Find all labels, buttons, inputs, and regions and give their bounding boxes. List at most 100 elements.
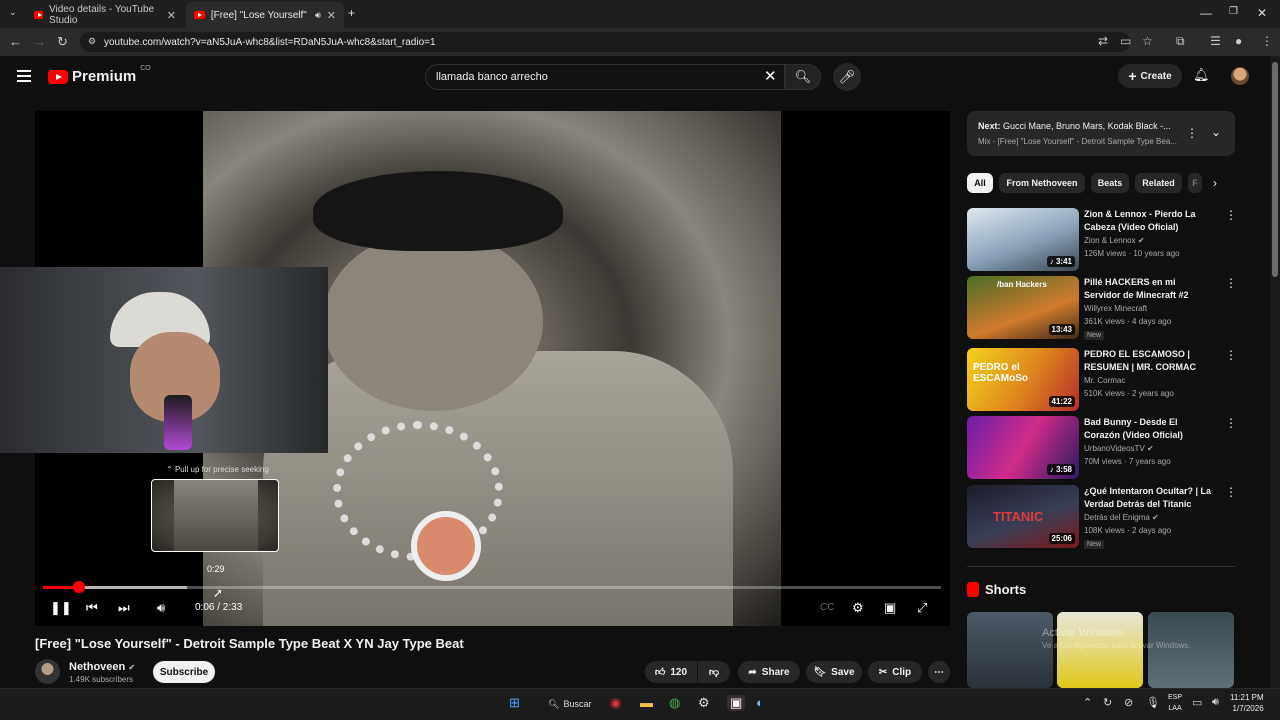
save-button[interactable]: 🔖︎ Save bbox=[806, 661, 862, 683]
clip-button[interactable]: ✂ Clip bbox=[868, 661, 922, 683]
obs-recording-icon[interactable]: ▣ bbox=[727, 695, 746, 711]
reload-icon[interactable]: ↻ bbox=[57, 34, 68, 50]
create-button[interactable]: + Create bbox=[1118, 64, 1182, 88]
tray-overflow-icon[interactable]: ⌃ bbox=[1083, 696, 1092, 709]
dislike-button[interactable]: 👎︎ bbox=[698, 661, 730, 683]
more-actions-button[interactable]: ⋯ bbox=[928, 661, 950, 683]
search-input[interactable]: llamada banco arrecho bbox=[425, 64, 785, 90]
short-thumbnail[interactable] bbox=[1057, 612, 1143, 688]
windows-start-icon[interactable]: ⊞ bbox=[509, 695, 520, 711]
like-button[interactable]: 👍︎ 120 bbox=[645, 661, 697, 683]
input-language[interactable]: ESP LAA bbox=[1168, 692, 1182, 714]
progress-bar[interactable] bbox=[43, 581, 941, 593]
chevron-down-icon[interactable]: ⌄ bbox=[1211, 125, 1221, 139]
taskbar-clock[interactable]: 11:21 PM 1/7/2026 bbox=[1230, 692, 1264, 714]
reading-list-icon[interactable]: ☰ bbox=[1210, 34, 1221, 48]
steam-icon[interactable]: ◐ bbox=[756, 695, 764, 710]
fullscreen-icon: ⤢ bbox=[917, 600, 928, 615]
chip-partial[interactable]: F bbox=[1188, 173, 1202, 193]
volume-icon: 🔊︎ bbox=[157, 600, 166, 615]
pause-button[interactable]: ❚❚ bbox=[50, 600, 72, 616]
recommendation-item[interactable]: TITANIC 25:06 ¿Qué Intentaron Ocultar? | … bbox=[967, 485, 1237, 549]
close-tab-icon[interactable]: ✕ bbox=[327, 9, 336, 22]
miniplayer-button[interactable]: ▣ bbox=[884, 600, 896, 616]
thumbs-down-icon: 👎︎ bbox=[708, 667, 720, 678]
tray-mic-icon[interactable]: 🎙︎ bbox=[1146, 696, 1160, 709]
close-window-icon[interactable]: ✕ bbox=[1257, 6, 1267, 20]
tab-search-icon[interactable]: ⌄ bbox=[9, 7, 17, 18]
chrome-icon[interactable]: ◍ bbox=[669, 695, 680, 711]
close-tab-icon[interactable]: ✕ bbox=[167, 9, 176, 22]
tab-youtube-studio[interactable]: Video details - YouTube Studio ✕ bbox=[26, 2, 184, 28]
voice-search-button[interactable]: 🎤︎ bbox=[833, 63, 861, 91]
minimize-icon[interactable]: — bbox=[1200, 6, 1212, 20]
fullscreen-button[interactable]: ⤢ bbox=[917, 600, 927, 616]
scissors-icon: ✂ bbox=[878, 666, 888, 678]
taskbar-search[interactable]: 🔍︎ Buscar bbox=[540, 694, 600, 714]
bookmark-star-icon[interactable]: ☆ bbox=[1142, 34, 1153, 48]
url-field[interactable]: ⚙︎ youtube.com/watch?v=aN5JuA-whc8&list=… bbox=[80, 32, 1130, 52]
speaker-icon[interactable]: 🔊︎ bbox=[315, 10, 321, 21]
up-next-panel[interactable]: Next: Gucci Mane, Bruno Mars, Kodak Blac… bbox=[967, 111, 1235, 156]
recommendation-menu-icon[interactable]: ⋮ bbox=[1225, 276, 1237, 290]
translate-icon[interactable]: ⇄ bbox=[1098, 34, 1108, 48]
cast-icon[interactable]: ▭ bbox=[1120, 34, 1131, 48]
tray-sync-icon[interactable]: ↻ bbox=[1103, 696, 1112, 709]
site-info-icon[interactable]: ⚙︎ bbox=[88, 36, 96, 47]
recommendation-item[interactable]: /ban Hackers 13:43 Pillé HACKERS en mi Se… bbox=[967, 276, 1237, 340]
share-button[interactable]: ➦ Share bbox=[738, 661, 800, 683]
channel-name[interactable]: Nethoveen ✔ bbox=[69, 661, 135, 673]
channel-avatar[interactable] bbox=[35, 659, 60, 684]
restore-icon[interactable]: ❐ bbox=[1229, 6, 1238, 17]
tray-volume-icon[interactable]: 🔊︎ bbox=[1212, 696, 1219, 709]
tab-lose-yourself[interactable]: [Free] "Lose Yourself" - Detr 🔊︎ ✕ bbox=[186, 2, 344, 28]
tray-network-icon[interactable]: ▭ bbox=[1192, 696, 1202, 709]
page-scrollbar[interactable] bbox=[1270, 56, 1280, 688]
verified-icon: ✔ bbox=[1152, 513, 1159, 522]
next-button[interactable]: ⏭︎ bbox=[118, 600, 130, 616]
notifications-bell-icon[interactable]: 🔔︎ bbox=[1193, 67, 1210, 83]
recommendation-menu-icon[interactable]: ⋮ bbox=[1225, 348, 1237, 362]
subscribe-button[interactable]: Subscribe bbox=[153, 661, 215, 683]
up-next-menu-icon[interactable]: ⋮ bbox=[1186, 126, 1198, 140]
recommendation-item[interactable]: PEDRO el ESCAMoSo 41:22 PEDRO EL ESCAMOSO… bbox=[967, 348, 1237, 412]
settings-button[interactable]: ⚙︎ bbox=[852, 600, 864, 616]
video-figure-pendant bbox=[411, 511, 481, 581]
browser-menu-icon[interactable]: ⋮ bbox=[1261, 34, 1273, 48]
chip-related[interactable]: Related bbox=[1135, 173, 1182, 193]
account-avatar[interactable] bbox=[1231, 67, 1249, 85]
opera-icon[interactable]: ◉ bbox=[610, 695, 621, 711]
youtube-premium-logo[interactable]: Premium CO bbox=[48, 65, 151, 85]
chip-all[interactable]: All bbox=[967, 173, 993, 193]
recommendation-channel: Willyrex Minecraft bbox=[1084, 304, 1148, 313]
forward-icon[interactable]: → bbox=[33, 34, 46, 49]
file-explorer-icon[interactable]: ▬ bbox=[640, 695, 653, 710]
chip-from-nethoveen[interactable]: From Nethoveen bbox=[999, 173, 1085, 193]
recommendation-menu-icon[interactable]: ⋮ bbox=[1225, 208, 1237, 222]
recommendation-item[interactable]: ♪ 3:58 Bad Bunny - Desde El Corazón (Vid… bbox=[967, 416, 1237, 480]
short-thumbnail[interactable] bbox=[967, 612, 1053, 688]
back-icon[interactable]: ← bbox=[9, 34, 22, 49]
volume-button[interactable]: 🔊︎ bbox=[157, 600, 165, 616]
guide-menu-icon[interactable] bbox=[17, 70, 31, 82]
recommendation-menu-icon[interactable]: ⋮ bbox=[1225, 485, 1237, 499]
tray-wifi-off-icon[interactable]: ⊘ bbox=[1124, 696, 1133, 709]
new-tab-button[interactable]: + bbox=[348, 6, 355, 20]
recommendation-menu-icon[interactable]: ⋮ bbox=[1225, 416, 1237, 430]
previous-button[interactable]: ⏮︎ bbox=[86, 600, 98, 616]
extensions-icon[interactable]: ⧉ bbox=[1176, 34, 1185, 49]
clear-search-icon[interactable]: ✕ bbox=[764, 67, 777, 85]
chip-beats[interactable]: Beats bbox=[1091, 173, 1129, 193]
search-button[interactable]: 🔍︎ bbox=[785, 64, 821, 90]
scrubber-knob[interactable] bbox=[72, 581, 85, 593]
profile-icon[interactable]: ● bbox=[1235, 34, 1242, 48]
steelseries-icon[interactable]: ⚙︎ bbox=[698, 695, 710, 711]
recommendation-item[interactable]: ♪ 3:41 Zion & Lennox - Pierdo La Cabeza … bbox=[967, 208, 1237, 272]
chevron-right-icon[interactable]: › bbox=[1213, 176, 1217, 190]
captions-button[interactable]: CC bbox=[820, 602, 834, 613]
recommendation-meta: 126M views · 10 years ago bbox=[1084, 249, 1180, 258]
plus-icon: + bbox=[1128, 68, 1137, 84]
scrollbar-thumb[interactable] bbox=[1272, 62, 1278, 277]
video-thumbnail: ♪ 3:41 bbox=[967, 208, 1079, 271]
short-thumbnail[interactable] bbox=[1148, 612, 1234, 688]
